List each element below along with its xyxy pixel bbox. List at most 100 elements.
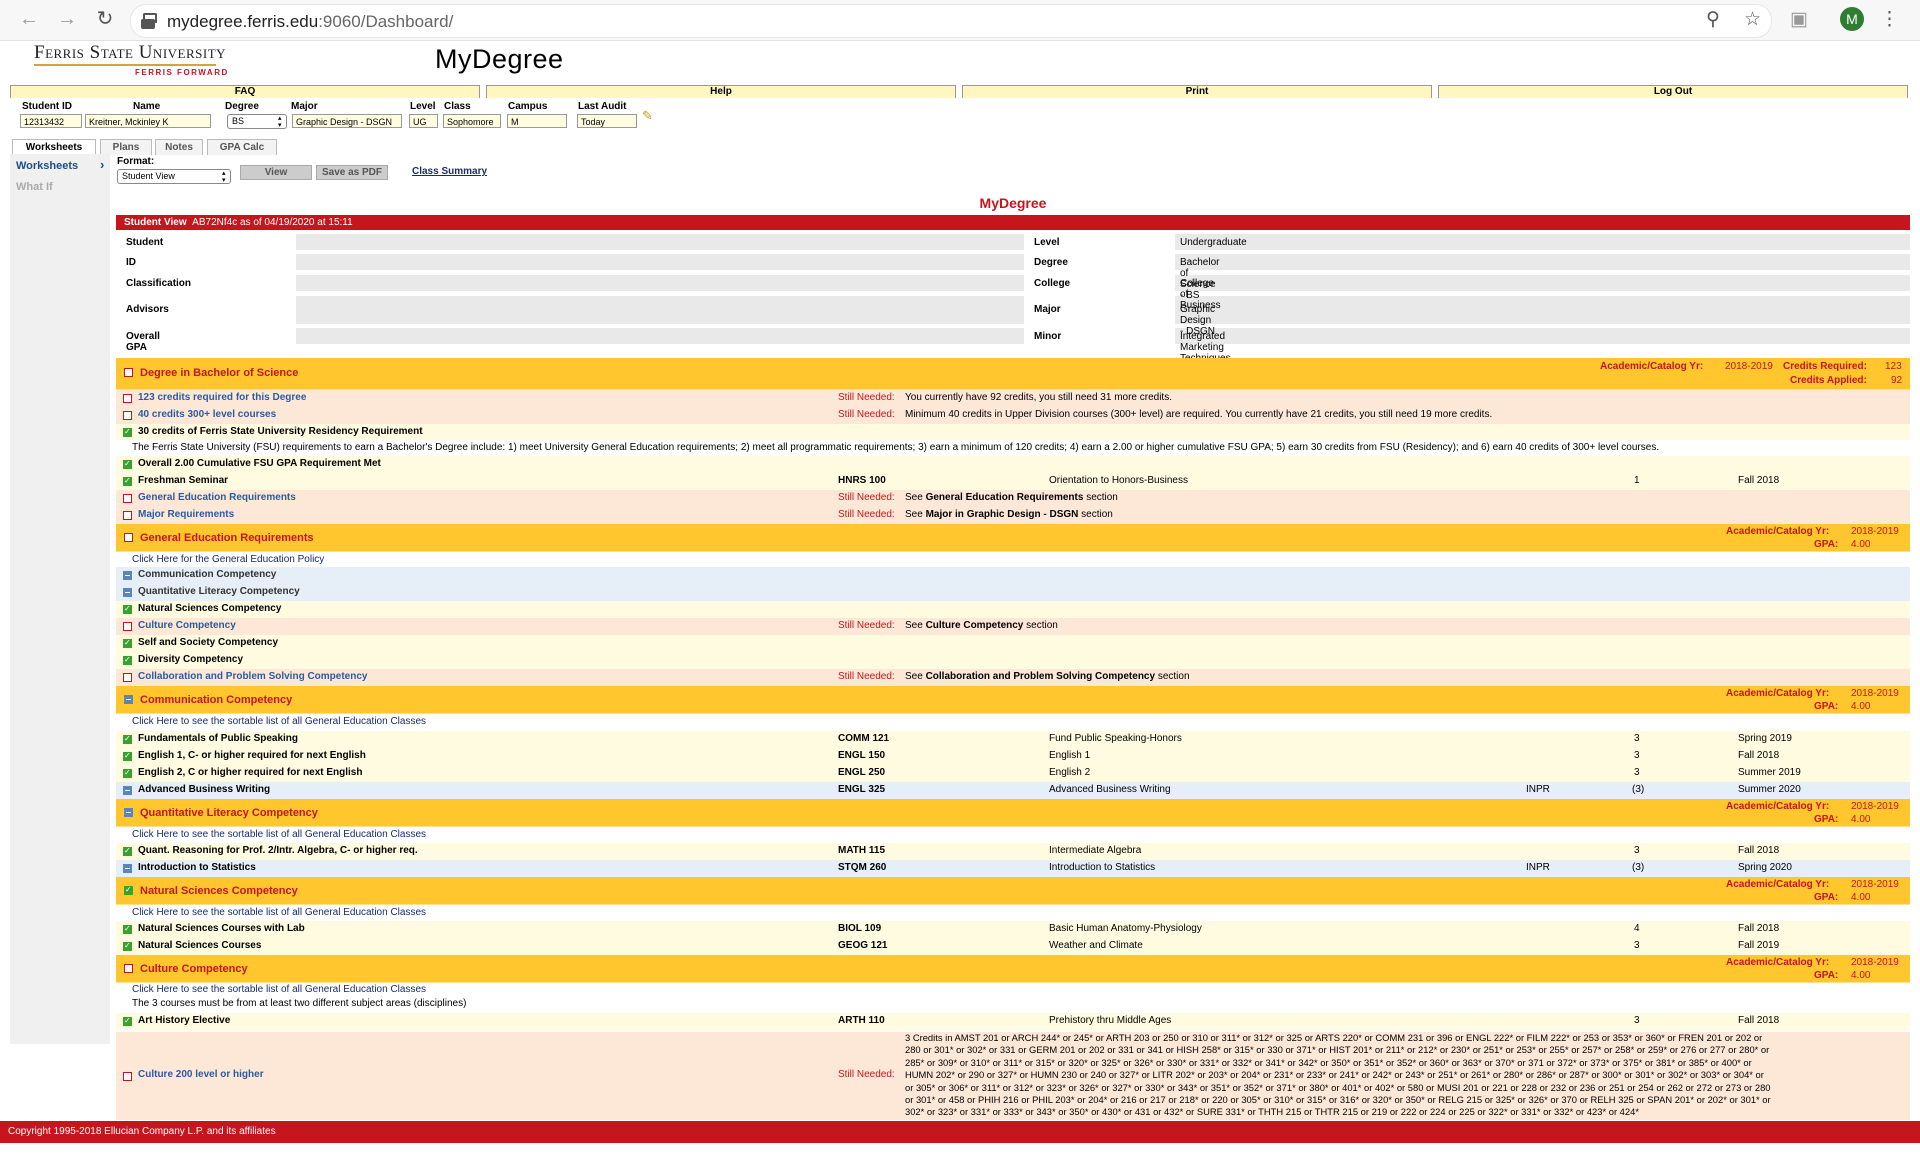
app-title: MyDegree — [435, 44, 564, 74]
name-label: Name — [133, 101, 161, 112]
degree-select[interactable]: BS — [227, 114, 287, 129]
course-row: Quant. Reasoning for Prof. 2/Intr. Algeb… — [116, 843, 1910, 860]
menu-kebab-icon[interactable]: ⋮ — [1880, 8, 1899, 31]
nav-print[interactable]: Print — [962, 85, 1432, 98]
tab-plans[interactable]: Plans — [100, 139, 152, 155]
degree-row: General Education Requirements Still Nee… — [116, 490, 1910, 507]
incomplete-box-icon — [123, 1072, 132, 1081]
reload-icon[interactable]: ↻ — [94, 8, 116, 30]
gened-row: Natural Sciences Competency — [116, 601, 1910, 618]
university-logo: Ferris State University — [34, 42, 227, 63]
incomplete-box-icon — [123, 622, 132, 631]
sortable-list-link[interactable]: Click Here to see the sortable list of a… — [116, 827, 1910, 844]
tab-notes[interactable]: Notes — [155, 139, 203, 155]
student-id-field[interactable]: 12313432 — [20, 114, 82, 128]
incomplete-box-icon — [124, 368, 133, 377]
still-needed-label: Still Needed: — [838, 1069, 895, 1080]
culture-course-line: or 305* or 306* or 311* or 312* or 323* … — [905, 1081, 1771, 1093]
in-progress-icon — [123, 571, 132, 580]
degree-note: The Ferris State University (FSU) requir… — [116, 440, 1910, 457]
name-field[interactable]: Kreitner, Mckinley K — [85, 114, 211, 128]
last-audit-field[interactable]: Today — [577, 114, 637, 128]
format-label: Format: — [117, 156, 155, 167]
level-field[interactable]: UG — [409, 114, 438, 128]
checkmark-icon — [123, 751, 132, 761]
checkmark-icon — [123, 476, 132, 486]
sortable-list-link[interactable]: Click Here to see the sortable list of a… — [116, 905, 1910, 922]
culture-course-line: 302* or 323* or 331* or 333* or 343* or … — [905, 1106, 1639, 1118]
course-row: Fundamentals of Public Speaking COMM 121… — [116, 731, 1910, 748]
last-audit-label: Last Audit — [578, 101, 627, 112]
checkmark-icon — [123, 655, 132, 665]
incomplete-box-icon — [123, 411, 132, 420]
culture-course-line: 280 or 301* or 302* or 331 or GERM 201 o… — [905, 1044, 1770, 1056]
zoom-icon[interactable]: ⚲ — [1706, 8, 1720, 31]
checkmark-icon — [124, 885, 133, 895]
top-nav: FAQ Help Print Log Out — [10, 85, 1910, 98]
nav-help[interactable]: Help — [486, 85, 956, 98]
checkmark-icon — [123, 768, 132, 778]
format-select[interactable]: Student View — [117, 169, 231, 184]
checkmark-icon — [123, 941, 132, 951]
comm-block-header: Communication Competency Academic/Catalo… — [116, 686, 1910, 714]
nav-logout[interactable]: Log Out — [1438, 85, 1908, 98]
sortable-list-link[interactable]: Click Here to see the sortable list of a… — [116, 983, 1910, 997]
campus-field[interactable]: M — [507, 114, 567, 128]
tab-gpa-calc[interactable]: GPA Calc — [207, 139, 277, 155]
extension-icon[interactable]: ▣ — [1790, 8, 1808, 31]
incomplete-box-icon — [123, 511, 132, 520]
gened-row: Communication Competency — [116, 567, 1910, 584]
course-row: Advanced Business Writing ENGL 325 Advan… — [116, 782, 1910, 799]
footer: Copyright 1995-2018 Ellucian Company L.P… — [0, 1121, 1920, 1143]
degree-row: 123 credits required for this Degree Sti… — [116, 390, 1910, 407]
left-nav-what-if[interactable]: What If — [16, 181, 53, 193]
bookmark-star-icon[interactable]: ☆ — [1744, 8, 1761, 31]
checkmark-icon — [123, 459, 132, 469]
page-title: MyDegree — [979, 195, 1047, 211]
culture-200-label[interactable]: Culture 200 level or higher — [138, 1069, 264, 1080]
culture-block-header: Culture Competency Academic/Catalog Yr: … — [116, 955, 1910, 983]
checkmark-icon — [123, 734, 132, 744]
checkmark-icon — [123, 846, 132, 856]
gened-row: Self and Society Competency — [116, 635, 1910, 652]
incomplete-box-icon — [123, 673, 132, 682]
gened-block-header: General Education Requirements Academic/… — [116, 524, 1910, 552]
forward-arrow-icon[interactable]: → — [56, 8, 78, 30]
in-progress-icon — [124, 808, 133, 817]
degree-row: Freshman Seminar HNRS 100 Orientation to… — [116, 473, 1910, 490]
course-row: Natural Sciences Courses with Lab BIOL 1… — [116, 921, 1910, 938]
degree-row: Overall 2.00 Cumulative FSU GPA Requirem… — [116, 456, 1910, 473]
degree-row: 30 credits of Ferris State University Re… — [116, 424, 1910, 441]
quant-block-header: Quantitative Literacy Competency Academi… — [116, 799, 1910, 827]
checkmark-icon — [123, 604, 132, 614]
major-field[interactable]: Graphic Design - DSGN — [292, 114, 402, 128]
back-arrow-icon[interactable]: ← — [18, 8, 40, 30]
incomplete-box-icon — [123, 494, 132, 503]
incomplete-box-icon — [124, 533, 133, 542]
class-field[interactable]: Sophomore — [443, 114, 501, 128]
degree-block-title: Degree in Bachelor of Science — [140, 367, 299, 379]
save-pdf-button[interactable]: Save as PDF — [316, 165, 388, 180]
audit-bar: Student View AB72Nf4c as of 04/19/2020 a… — [116, 215, 1910, 230]
class-summary-link[interactable]: Class Summary — [412, 166, 487, 177]
incomplete-box-icon — [123, 394, 132, 403]
profile-avatar[interactable]: M — [1840, 7, 1864, 31]
natsci-block-header: Natural Sciences Competency Academic/Cat… — [116, 877, 1910, 905]
gened-row: Quantitative Literacy Competency — [116, 584, 1910, 601]
view-button[interactable]: View — [240, 165, 312, 180]
left-nav — [10, 154, 110, 1044]
sortable-list-link[interactable]: Click Here to see the sortable list of a… — [116, 714, 1910, 731]
nav-faq[interactable]: FAQ — [10, 85, 480, 98]
campus-label: Campus — [508, 101, 548, 112]
level-label: Level — [410, 101, 436, 112]
incomplete-box-icon — [124, 964, 133, 973]
address-bar[interactable]: mydegree.ferris.edu:9060/Dashboard/ — [130, 4, 1772, 38]
culture-course-line: 285* or 309* or 310* or 311* or 315* or … — [905, 1056, 1752, 1068]
course-row: Art History Elective ARTH 110 Prehistory… — [116, 1013, 1910, 1030]
left-nav-worksheets[interactable]: Worksheets — [16, 160, 78, 172]
tab-worksheets[interactable]: Worksheets — [12, 139, 96, 155]
course-row: Introduction to Statistics STQM 260 Intr… — [116, 860, 1910, 877]
edit-pencil-icon[interactable]: ✎ — [642, 108, 653, 124]
degree-row: 40 credits 300+ level courses Still Need… — [116, 407, 1910, 424]
course-row: English 2, C or higher required for next… — [116, 765, 1910, 782]
